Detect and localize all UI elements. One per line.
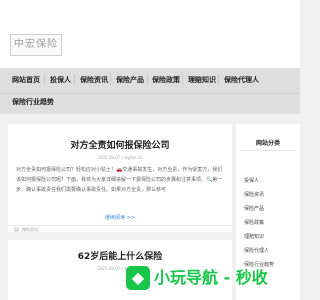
nav-item-policyholder[interactable]: 投保人 <box>50 75 71 85</box>
site-logo[interactable]: 中宏保险 <box>10 34 62 56</box>
sidebar-divider <box>240 150 296 151</box>
nav-item-claims[interactable]: 理赔知识 <box>188 75 216 85</box>
sidebar-title: 网站分类 <box>255 140 280 147</box>
watermark-text: 小玩导航 - 秒收 <box>154 268 268 287</box>
nav-item-products[interactable]: 保险产品 <box>116 75 144 85</box>
post-title[interactable]: 62岁后能上什么保险 <box>8 249 232 262</box>
watermark-logo-icon: ◆ <box>126 266 150 290</box>
post-card: 对方全责如何报保险公司 2025.09.07 / zqjthn.cn 对方全责如… <box>8 124 232 233</box>
sidebar-item-products[interactable]: 保险产品 <box>244 205 264 212</box>
read-more-link[interactable]: 继续阅读 >> <box>88 214 152 221</box>
nav-row-divider <box>0 93 300 94</box>
nav-item-agents[interactable]: 保险代理人 <box>224 75 259 85</box>
sidebar-item-policyholder[interactable]: 投保人 <box>244 177 259 184</box>
nav-divider <box>74 74 75 85</box>
nav-divider <box>110 74 111 85</box>
post-excerpt: 对方全责如何报保险公司？轻松应对小贴士！🚗交通事故发生，对方全责，作为受害方，我… <box>16 167 223 193</box>
site-header: 中宏保险 <box>0 0 300 68</box>
post-footer: ▤ 保险资讯 <box>8 225 232 233</box>
post-meta: 2025.09.07 / zqjthn.cn <box>97 155 143 160</box>
nav-item-home[interactable]: 网站首页 <box>12 75 40 85</box>
sidebar-item-claims[interactable]: 理赔知识 <box>244 233 264 240</box>
sidebar-item-agents[interactable]: 保险代理人 <box>244 247 269 254</box>
nav-item-policy[interactable]: 保险政策 <box>152 75 180 85</box>
sidebar-item-policy[interactable]: 保险政策 <box>244 219 264 226</box>
nav-divider <box>147 74 148 85</box>
nav-item-news[interactable]: 保险资讯 <box>80 75 108 85</box>
sidebar-item-news[interactable]: 保险资讯 <box>244 191 264 198</box>
nav-divider <box>44 74 45 85</box>
post-title[interactable]: 对方全责如何报保险公司 <box>8 138 232 151</box>
post-category-link[interactable]: 保险资讯 <box>22 227 38 233</box>
nav-divider <box>218 74 219 85</box>
nav-item-trends[interactable]: 保险行业趋势 <box>12 97 54 107</box>
tag-icon: ▤ <box>14 227 19 233</box>
nav-divider <box>182 74 183 85</box>
